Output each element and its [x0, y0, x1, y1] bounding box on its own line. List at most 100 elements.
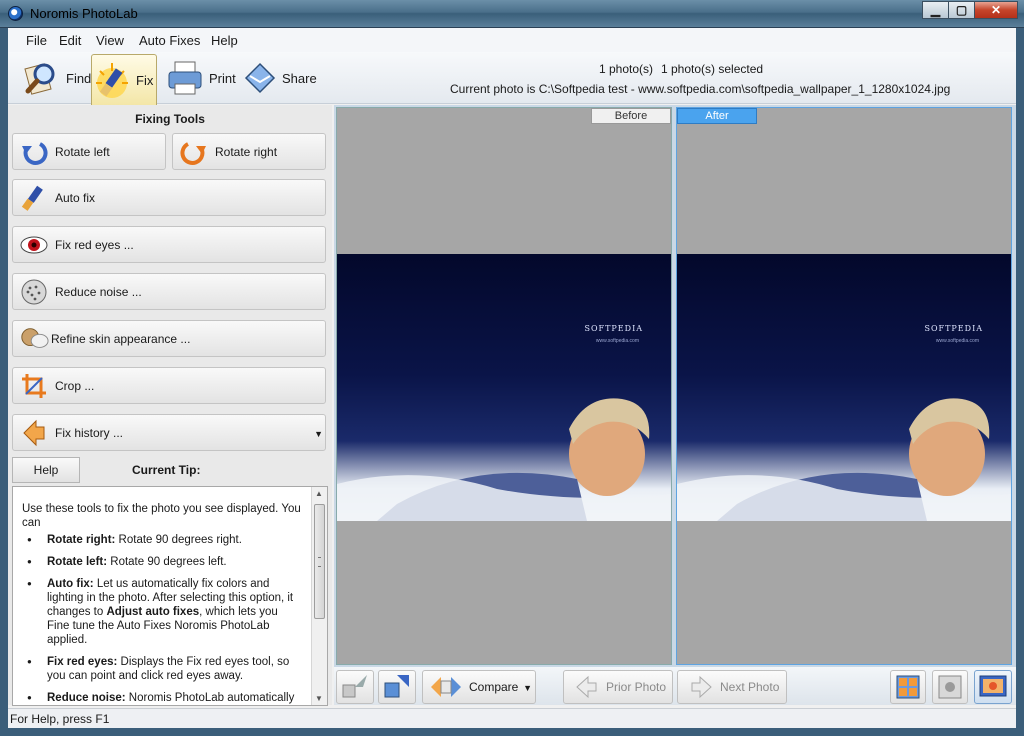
scroll-up-icon[interactable]: ▲ [315, 489, 323, 498]
auto-fix-button[interactable]: Auto fix [12, 179, 326, 216]
maximize-button[interactable]: ▢ [948, 1, 975, 19]
before-label: Before [591, 108, 671, 124]
scroll-down-icon[interactable]: ▼ [315, 694, 323, 703]
fixing-tools-panel: Fixing Tools Rotate left Rotate right Au… [8, 105, 332, 706]
fullscreen-view-button[interactable] [974, 670, 1012, 704]
minimize-icon: ▁ [930, 3, 941, 17]
menu-bar: File Edit View Auto Fixes Help [8, 28, 1016, 52]
after-photo: SOFTPEDIA www.softpedia.com [677, 254, 1011, 521]
dropdown-arrow-icon[interactable]: ▼ [314, 429, 323, 439]
tip-header: Help Current Tip: [12, 457, 328, 483]
zoom-in-button[interactable] [378, 670, 416, 704]
tip-term: Adjust auto fixes [106, 606, 200, 618]
before-photo: SOFTPEDIA www.softpedia.com [337, 254, 671, 521]
find-icon [24, 63, 55, 95]
after-pane[interactable]: After SOFTPEDIA www.softpedia.com [676, 107, 1012, 665]
photo-viewer: Before SOFTPEDIA www.softpedia.com After… [334, 105, 1016, 705]
print-label: Print [209, 70, 236, 86]
fixing-tools-title: Fixing Tools [135, 112, 205, 126]
window-title: Noromis PhotoLab [30, 6, 138, 21]
compare-button[interactable]: Compare ▼ [422, 670, 536, 704]
reduce-noise-button[interactable]: Reduce noise ... [12, 273, 326, 310]
menu-file[interactable]: File [26, 33, 47, 48]
menu-edit[interactable]: Edit [59, 33, 81, 48]
list-item: Rotate left: Rotate 90 degrees left. [27, 555, 302, 569]
crop-label: Crop ... [55, 378, 95, 393]
history-arrow-icon [23, 419, 45, 446]
before-pane[interactable]: Before SOFTPEDIA www.softpedia.com [336, 107, 672, 665]
menu-view[interactable]: View [96, 33, 124, 48]
tip-title: Current Tip: [132, 463, 201, 477]
share-label: Share [282, 70, 317, 86]
share-button[interactable]: Share [242, 54, 317, 102]
shrink-icon [342, 675, 367, 698]
portrait-image [337, 398, 671, 521]
fix-history-button[interactable]: Fix history ... ▼ [12, 414, 326, 451]
tip-text: Rotate 90 degrees right. [115, 534, 242, 546]
zoom-out-button[interactable] [336, 670, 374, 704]
fullscreen-view-icon [979, 675, 1007, 697]
fix-history-label: Fix history ... [55, 425, 124, 440]
current-photo-path: Current photo is C:\Softpedia test - www… [450, 82, 951, 96]
photo-count: 1 photo(s) [599, 62, 654, 76]
refine-skin-button[interactable]: Refine skin appearance ... [12, 320, 326, 357]
main-toolbar: Find Fix Print Share 1 photo(s) 1 photo(… [8, 52, 1016, 106]
next-photo-button[interactable]: Next Photo [677, 670, 787, 704]
refine-skin-label: Refine skin appearance ... [51, 331, 191, 346]
portrait-image [677, 398, 1011, 521]
rotate-right-icon [180, 141, 206, 165]
grip-icon [318, 557, 321, 567]
rotate-left-icon [22, 141, 48, 165]
fix-icon [96, 62, 128, 98]
compare-dropdown-icon[interactable]: ▼ [523, 683, 532, 693]
skin-brush-icon [21, 327, 49, 348]
print-icon [168, 61, 202, 95]
scroll-thumb[interactable] [314, 504, 325, 619]
close-button[interactable]: ✕ [974, 1, 1018, 19]
tip-content: Use these tools to fix the photo you see… [12, 486, 328, 706]
find-button[interactable]: Find [22, 54, 91, 102]
rotate-left-button[interactable]: Rotate left [12, 133, 166, 170]
compare-icon [431, 677, 461, 697]
close-icon: ✕ [990, 3, 1002, 17]
print-button[interactable]: Print [165, 54, 236, 102]
prior-arrow-icon [576, 675, 597, 699]
maximize-icon: ▢ [955, 3, 968, 17]
list-item: Reduce noise: Noromis PhotoLab automatic… [27, 691, 302, 705]
crop-button[interactable]: Crop ... [12, 367, 326, 404]
grid-view-icon [896, 675, 920, 699]
app-icon [8, 6, 23, 21]
fix-button[interactable]: Fix [91, 54, 157, 106]
rotate-right-label: Rotate right [215, 144, 278, 159]
tip-term: Rotate left: [47, 556, 108, 568]
expand-icon [384, 675, 409, 698]
compare-label: Compare [469, 680, 519, 694]
magic-wand-icon [21, 185, 43, 211]
fix-red-eyes-button[interactable]: Fix red eyes ... [12, 226, 326, 263]
list-item: Fix red eyes: Displays the Fix red eyes … [27, 655, 302, 683]
selected-count: 1 photo(s) selected [661, 62, 764, 76]
next-photo-label: Next Photo [720, 680, 780, 694]
prior-photo-label: Prior Photo [606, 680, 667, 694]
menu-help[interactable]: Help [211, 33, 238, 48]
tip-term: Rotate right: [47, 534, 116, 546]
help-button[interactable]: Help [12, 457, 80, 483]
menu-auto-fixes[interactable]: Auto Fixes [139, 33, 200, 48]
minimize-button[interactable]: ▁ [922, 1, 949, 19]
grid-view-button[interactable] [890, 670, 926, 704]
tip-text: Rotate 90 degrees left. [107, 556, 227, 568]
prior-photo-button[interactable]: Prior Photo [563, 670, 673, 704]
title-bar: Noromis PhotoLab ▁ ▢ ✕ [0, 0, 1024, 28]
tip-list: Rotate right: Rotate 90 degrees right. R… [27, 533, 302, 705]
fix-red-eyes-label: Fix red eyes ... [55, 237, 134, 252]
auto-fix-label: Auto fix [55, 190, 96, 205]
single-view-button[interactable] [932, 670, 968, 704]
reduce-noise-label: Reduce noise ... [55, 284, 142, 299]
rotate-right-button[interactable]: Rotate right [172, 133, 326, 170]
client-area: File Edit View Auto Fixes Help Find Fix … [8, 28, 1016, 728]
tip-term: Auto fix: [47, 578, 94, 590]
single-view-icon [938, 675, 962, 699]
list-item: Auto fix: Let us automatically fix color… [27, 577, 302, 647]
rotate-left-label: Rotate left [55, 144, 110, 159]
tip-scrollbar[interactable]: ▲ ▼ [311, 487, 327, 705]
